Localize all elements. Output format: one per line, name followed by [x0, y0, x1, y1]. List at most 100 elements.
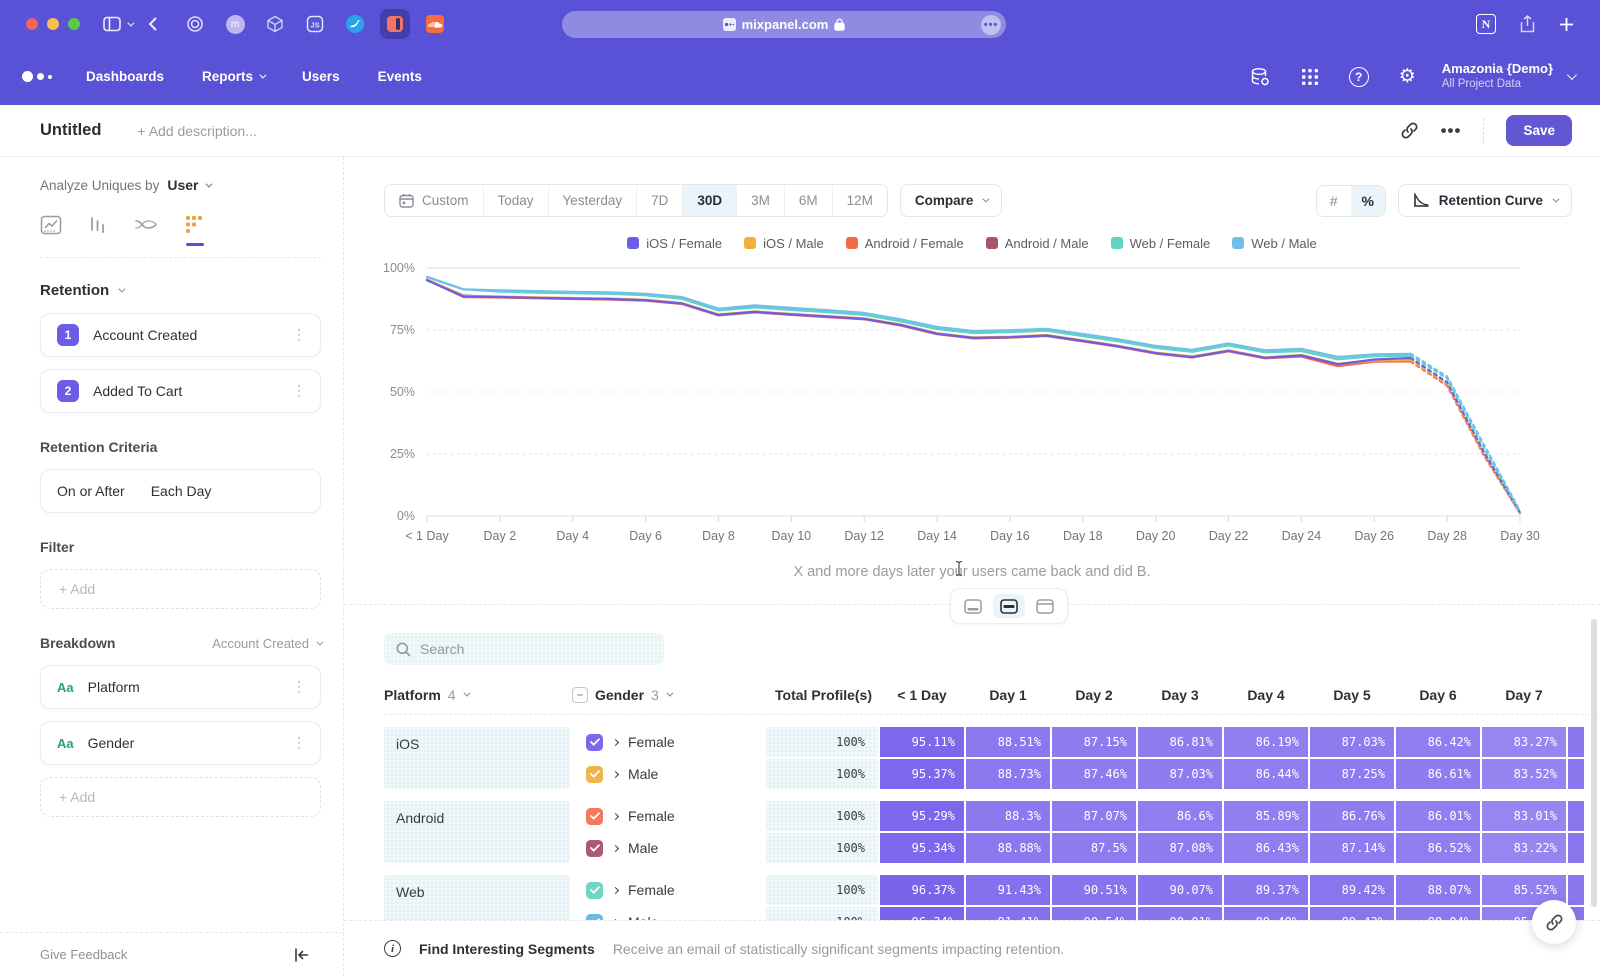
retention-value-cell[interactable]: 90.07% [1138, 875, 1222, 905]
series-checkbox[interactable] [586, 734, 603, 751]
retention-value-cell[interactable]: 87.07% [1052, 801, 1136, 831]
breakdown-scope-dropdown[interactable]: Account Created [212, 636, 321, 651]
gender-cell-male[interactable]: Male [572, 833, 764, 863]
column-day[interactable]: Day 4 [1224, 687, 1308, 703]
retention-chart[interactable]: 0%25%50%75%100%< 1 DayDay 2Day 4Day 6Day… [344, 256, 1600, 556]
new-tab-plus-icon[interactable] [1559, 17, 1574, 32]
retention-value-cell[interactable]: 86.6% [1138, 801, 1222, 831]
series-checkbox[interactable] [586, 766, 603, 783]
window-close-button[interactable] [26, 18, 38, 30]
column-day[interactable]: Day 2 [1052, 687, 1136, 703]
breakdown-item-platform[interactable]: Aa Platform ⋮ [40, 665, 321, 709]
platform-cell[interactable]: iOS [384, 727, 570, 789]
footer-title[interactable]: Find Interesting Segments [419, 941, 595, 957]
range-button-6m[interactable]: 6M [785, 185, 833, 216]
breakdown-item-gender[interactable]: Aa Gender ⋮ [40, 721, 321, 765]
expand-row-icon[interactable] [612, 770, 619, 777]
tab-flows-icon[interactable] [134, 215, 158, 245]
analyze-entity-dropdown[interactable]: User [167, 177, 210, 193]
retention-value-cell[interactable]: 89.37% [1224, 875, 1308, 905]
criteria-interval[interactable]: Each Day [151, 483, 212, 499]
range-button-yesterday[interactable]: Yesterday [549, 185, 638, 216]
unit-percent-button[interactable]: % [1351, 186, 1385, 216]
legend-item[interactable]: iOS / Female [627, 236, 722, 251]
retention-value-cell[interactable]: 87.03% [1138, 759, 1222, 789]
gender-select-all-checkbox[interactable]: – [572, 687, 588, 703]
give-feedback-link[interactable]: Give Feedback [40, 947, 127, 962]
series-checkbox[interactable] [586, 808, 603, 825]
collapse-sidebar-icon[interactable] [294, 948, 309, 962]
retention-value-cell[interactable]: 87.46% [1052, 759, 1136, 789]
project-switcher[interactable]: Amazonia {Demo} All Project Data [1442, 61, 1553, 92]
column-day[interactable]: Day 6 [1396, 687, 1480, 703]
series-checkbox[interactable] [586, 882, 603, 899]
retention-value-cell[interactable]: 87.14% [1310, 833, 1394, 863]
retention-step-1[interactable]: 1 Account Created ⋮ [40, 313, 321, 357]
retention-value-cell[interactable]: 86.01% [1396, 801, 1480, 831]
column-day[interactable]: Day 1 [966, 687, 1050, 703]
report-description-placeholder[interactable]: + Add description... [137, 123, 256, 139]
copy-link-icon[interactable] [1400, 121, 1419, 140]
criteria-mode[interactable]: On or After [57, 483, 125, 499]
column-gender[interactable]: – Gender3 [572, 687, 764, 703]
nav-item-users[interactable]: Users [302, 69, 340, 84]
retention-value-cell[interactable]: 83.52% [1482, 759, 1566, 789]
view-table-only-button[interactable] [1029, 594, 1061, 618]
view-split-button[interactable] [993, 594, 1025, 618]
range-button-today[interactable]: Today [484, 185, 549, 216]
retention-criteria-card[interactable]: On or After Each Day [40, 469, 321, 513]
table-search-input[interactable]: Search [384, 633, 664, 665]
nav-item-reports[interactable]: Reports [202, 69, 264, 84]
retention-value-cell[interactable]: 86.43% [1224, 833, 1308, 863]
retention-value-cell[interactable]: 87.08% [1138, 833, 1222, 863]
tab-funnels-icon[interactable] [88, 215, 108, 245]
filter-add-button[interactable]: + Add [40, 569, 321, 609]
share-link-fab[interactable] [1532, 900, 1576, 944]
retention-value-cell[interactable]: 90.51% [1052, 875, 1136, 905]
retention-value-cell[interactable]: 87.03% [1310, 727, 1394, 757]
legend-item[interactable]: Android / Female [846, 236, 964, 251]
legend-item[interactable]: Web / Female [1111, 236, 1211, 251]
column-day[interactable]: Day 5 [1310, 687, 1394, 703]
browser-tab-bird-icon[interactable] [340, 9, 370, 39]
retention-value-cell[interactable]: 86.19% [1224, 727, 1308, 757]
column-total-profiles[interactable]: Total Profile(s) [766, 687, 878, 703]
retention-value-cell[interactable]: 91.43% [966, 875, 1050, 905]
retention-section-title[interactable]: Retention [40, 282, 109, 299]
nav-item-dashboards[interactable]: Dashboards [86, 69, 164, 84]
retention-value-cell[interactable]: 83.01% [1482, 801, 1566, 831]
save-button[interactable]: Save [1506, 115, 1572, 146]
data-management-icon[interactable] [1249, 66, 1271, 88]
expand-row-icon[interactable] [612, 738, 619, 745]
retention-value-cell[interactable]: 88.73% [966, 759, 1050, 789]
retention-value-cell[interactable]: 88.88% [966, 833, 1050, 863]
retention-value-cell[interactable]: 86.42% [1396, 727, 1480, 757]
column-day[interactable]: Day 7 [1482, 687, 1566, 703]
legend-item[interactable]: iOS / Male [744, 236, 824, 251]
retention-value-cell[interactable]: 87.25% [1310, 759, 1394, 789]
range-button-30d[interactable]: 30D [683, 185, 737, 216]
chevron-down-icon[interactable] [127, 22, 132, 27]
range-button-3m[interactable]: 3M [737, 185, 785, 216]
legend-item[interactable]: Web / Male [1232, 236, 1317, 251]
window-zoom-button[interactable] [68, 18, 80, 30]
retention-value-cell[interactable]: 83.22% [1482, 833, 1566, 863]
url-bar[interactable]: mixpanel.com ••• [562, 11, 1006, 38]
nav-item-events[interactable]: Events [378, 69, 422, 84]
share-icon[interactable] [1520, 15, 1535, 33]
browser-tab-avatar-icon[interactable]: m [220, 9, 250, 39]
browser-tab-soundcloud-icon[interactable] [420, 9, 450, 39]
unit-absolute-button[interactable]: # [1317, 186, 1351, 216]
retention-value-cell[interactable]: 86.52% [1396, 833, 1480, 863]
back-button[interactable] [148, 16, 158, 32]
mixpanel-logo[interactable] [22, 71, 52, 82]
retention-step-2[interactable]: 2 Added To Cart ⋮ [40, 369, 321, 413]
retention-value-cell[interactable]: 89.42% [1310, 875, 1394, 905]
kebab-menu-icon[interactable]: ⋮ [292, 739, 306, 747]
browser-tab-js-icon[interactable]: JS [300, 9, 330, 39]
column-platform[interactable]: Platform4 [384, 687, 570, 703]
gender-cell-female[interactable]: Female [572, 727, 764, 757]
tab-retention-icon[interactable] [184, 215, 206, 245]
apps-grid-icon[interactable] [1301, 68, 1319, 86]
kebab-menu-icon[interactable]: ⋮ [292, 683, 306, 691]
